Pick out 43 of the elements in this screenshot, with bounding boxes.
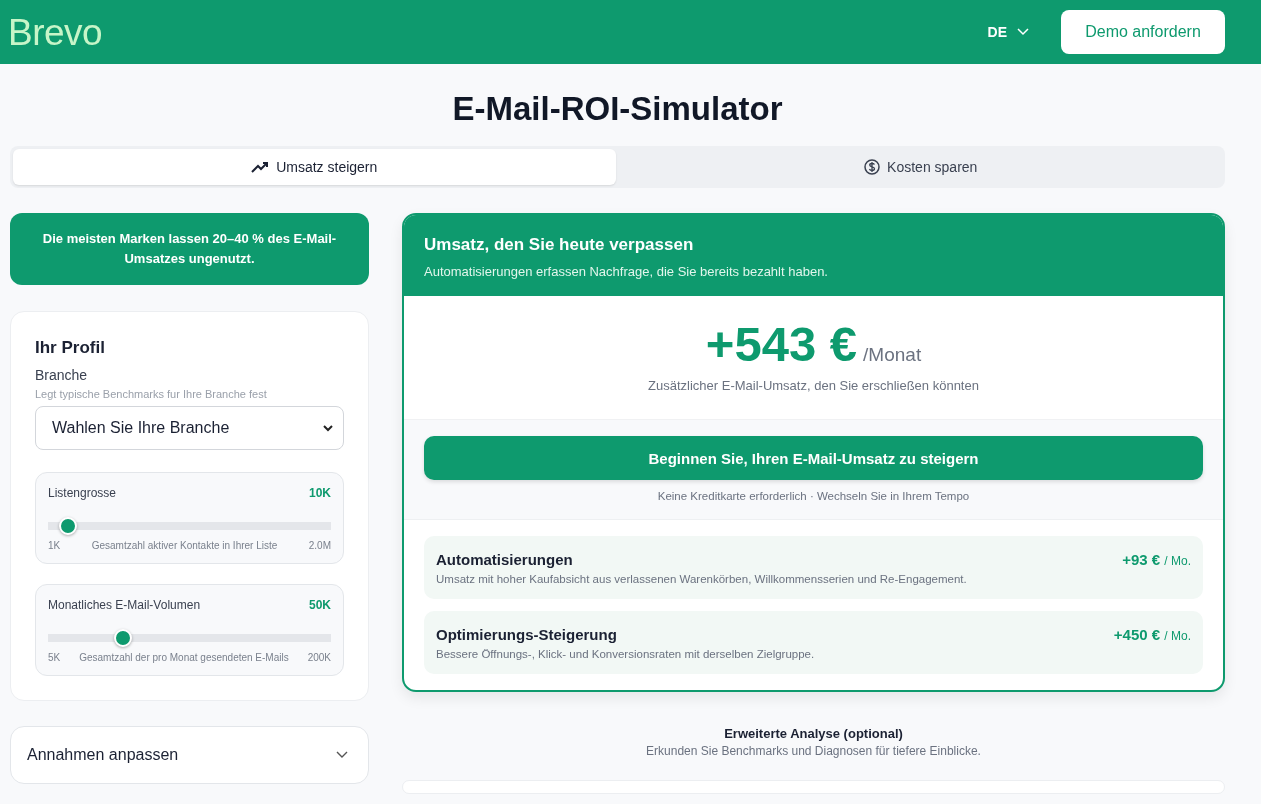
period-label: /Monat [863, 344, 922, 365]
slider-label: Monatliches E-Mail-Volumen [48, 598, 201, 612]
section-subtitle: Erkunden Sie Benchmarks und Diagnosen für tiefere Einblicke. [645, 744, 982, 758]
breakdown-amount: +93 € / Mo. [1122, 551, 1191, 568]
cta-button[interactable]: Beginnen Sie, Ihren E-Mail-Umsatz zu steigern [424, 436, 1203, 480]
revenue-amount: +543 € [705, 317, 858, 371]
field-hint: Legt typische Benchmarks fur Ihre Branche fest [35, 388, 268, 400]
breakdown-title: Automatisierungen [436, 551, 573, 568]
slider-caption: Gesamtzahl aktiver Kontakte in Ihrer Liste [91, 540, 278, 551]
slider-value: 50K [309, 598, 331, 612]
slider-value: 10K [309, 486, 331, 500]
info-banner: Die meisten Marken lassen 20–40 % des E-Mail-Umsatzes ungenutzt. [10, 213, 369, 285]
section-heading: Ihr Profil [35, 338, 106, 358]
chevron-down-icon [336, 751, 348, 759]
industry-select[interactable]: Wahlen Sie Ihre Branche [35, 406, 344, 450]
slider-label: Listengrosse [48, 486, 117, 500]
slider-thumb[interactable] [114, 629, 133, 647]
slider-caption: Gesamtzahl der pro Monat gesendeten E-Mails [79, 652, 289, 663]
tab[interactable]: Kosten sparen [619, 149, 1222, 185]
slider-min: 1K [48, 540, 61, 551]
tab[interactable]: Umsatz steigern [13, 149, 616, 185]
chevron-down-icon [1017, 28, 1029, 36]
dollar-coin-icon [864, 159, 881, 175]
chevron-down-icon [323, 424, 333, 432]
slider-thumb[interactable] [58, 517, 77, 535]
card-title: Umsatz, den Sie heute verpassen [424, 235, 695, 255]
breakdown-title: Optimierungs-Steigerung [436, 626, 617, 643]
section-heading: Erweiterte Analyse (optional) [723, 726, 904, 741]
breakdown-amount: +450 € / Mo. [1113, 626, 1191, 643]
breakdown-description: Umsatz mit hoher Kaufabsicht aus verlassenen Warenkörben, Willkommensserien und Re-Engagement. [436, 573, 968, 585]
slider-max: 200K [307, 652, 331, 663]
cta-note: Keine Kreditkarte erforderlich · Wechseln Sie in Ihrem Tempo [656, 490, 971, 502]
field-label: Branche [35, 367, 89, 383]
slider-max: 2.0M [308, 540, 331, 551]
amount-caption: Zusätzlicher E-Mail-Umsatz, den Sie erschließen könnten [647, 378, 980, 393]
trending-up-icon [251, 161, 270, 173]
breakdown-description: Bessere Öffnungs-, Klick- und Konversionsraten mit derselben Zielgruppe. [436, 648, 816, 660]
assumptions-accordion[interactable]: Annahmen anpassen [10, 726, 369, 784]
demo-button[interactable]: Demo anfordern [1061, 10, 1225, 54]
slider-min: 5K [48, 652, 61, 663]
card-subtitle: Automatisierungen erfassen Nachfrage, die Sie bereits bezahlt haben. [424, 264, 829, 279]
page-title: E-Mail-ROI-Simulator [451, 90, 784, 129]
language-selector[interactable]: DE [981, 23, 1035, 41]
